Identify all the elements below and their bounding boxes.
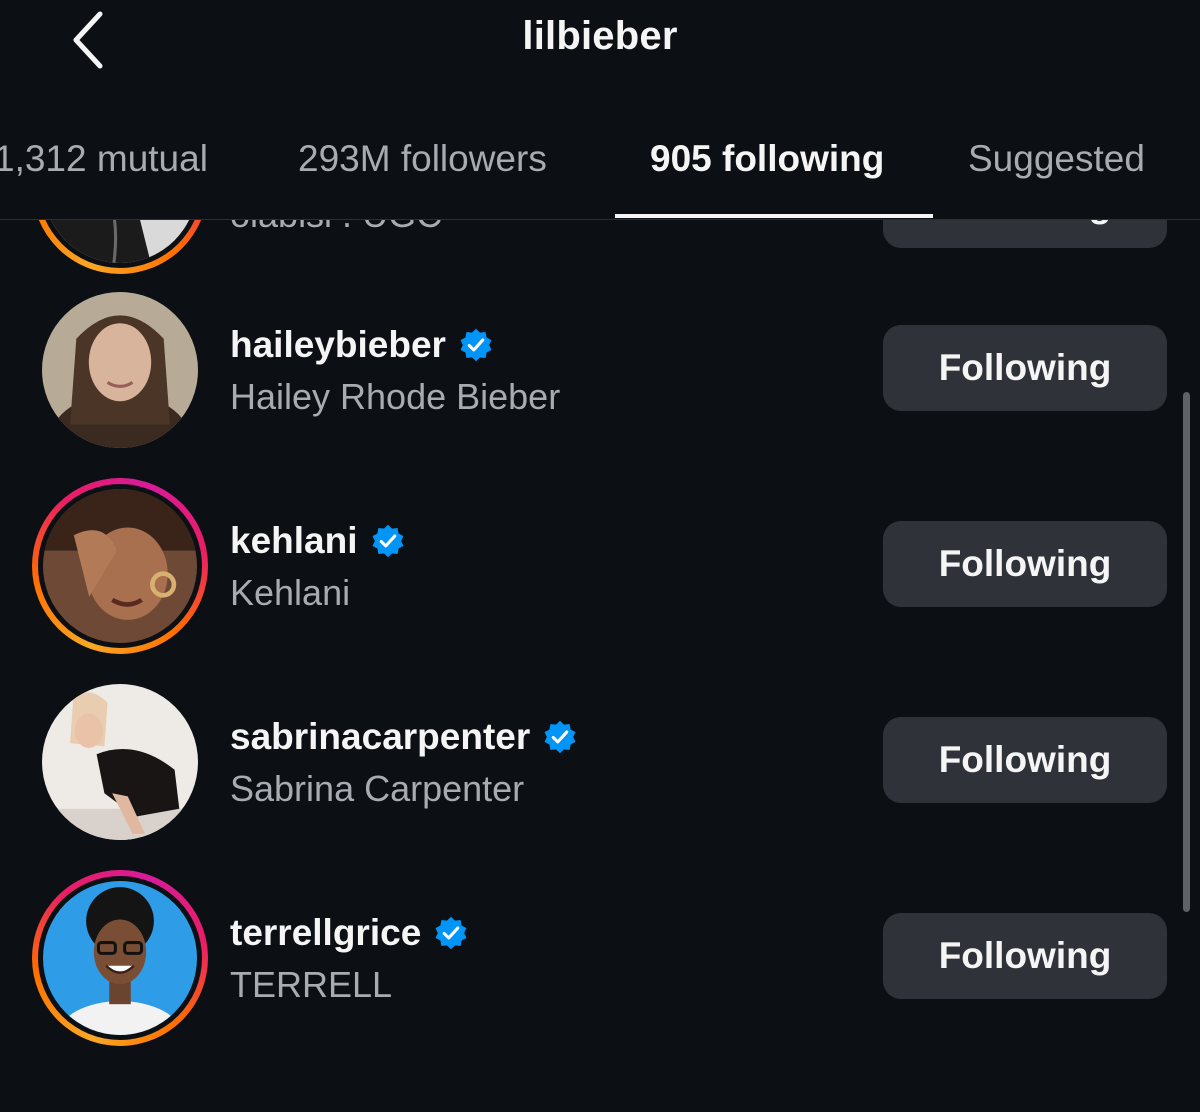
verified-badge-icon	[372, 524, 403, 558]
story-ring[interactable]	[32, 220, 208, 274]
user-info: kehlani Kehlani	[230, 518, 406, 614]
avatar	[42, 684, 198, 840]
list-item[interactable]: olabisi olabisi . UGC Following	[0, 220, 1200, 284]
tab-suggested[interactable]: Suggested	[968, 138, 1145, 180]
following-button[interactable]: Following	[883, 913, 1167, 999]
full-name: Hailey Rhode Bieber	[230, 376, 561, 417]
username[interactable]: kehlani	[230, 520, 358, 562]
story-ring[interactable]	[32, 870, 208, 1046]
following-screen: lilbieber 1,312 mutual 293M followers 90…	[0, 0, 1200, 1112]
avatar-frame[interactable]	[32, 674, 208, 850]
full-name: Kehlani	[230, 572, 351, 613]
list-item[interactable]: kehlani Kehlani Following	[0, 478, 1200, 676]
header: lilbieber	[0, 0, 1200, 90]
tab-mutual[interactable]: 1,312 mutual	[0, 138, 208, 180]
verified-badge-icon	[544, 720, 576, 754]
verified-badge-icon	[460, 328, 492, 362]
tab-followers[interactable]: 293M followers	[298, 138, 547, 180]
username[interactable]: haileybieber	[230, 324, 446, 366]
user-info: sabrinacarpenter Sabrina Carpenter	[230, 714, 578, 810]
story-ring[interactable]	[32, 478, 208, 654]
page-title: lilbieber	[522, 14, 678, 58]
full-name: Sabrina Carpenter	[230, 768, 525, 809]
following-button[interactable]: Following	[883, 521, 1167, 607]
following-button[interactable]: Following	[883, 220, 1167, 248]
scrollbar[interactable]	[1183, 392, 1190, 912]
user-info: olabisi olabisi . UGC	[230, 220, 442, 236]
avatar	[43, 220, 197, 263]
list-item[interactable]: terrellgrice TERRELL Following	[0, 870, 1200, 1068]
list-item[interactable]: haileybieber Hailey Rhode Bieber Followi…	[0, 284, 1200, 480]
user-info: terrellgrice TERRELL	[230, 910, 469, 1006]
avatar	[43, 881, 197, 1035]
user-info: haileybieber Hailey Rhode Bieber	[230, 322, 560, 418]
tab-following[interactable]: 905 following	[650, 138, 884, 180]
following-button[interactable]: Following	[883, 717, 1167, 803]
full-name: TERRELL	[230, 964, 393, 1005]
verified-badge-icon	[435, 916, 467, 950]
tab-bar: 1,312 mutual 293M followers 905 followin…	[0, 120, 1200, 220]
following-list[interactable]: olabisi olabisi . UGC Following	[0, 220, 1200, 1112]
avatar	[42, 292, 198, 448]
avatar-frame[interactable]	[32, 282, 208, 458]
username[interactable]: sabrinacarpenter	[230, 716, 530, 758]
full-name: olabisi . UGC	[230, 220, 442, 236]
list-item[interactable]: sabrinacarpenter Sabrina Carpenter Follo…	[0, 676, 1200, 872]
username[interactable]: terrellgrice	[230, 912, 421, 954]
following-button[interactable]: Following	[883, 325, 1167, 411]
active-tab-indicator	[615, 214, 933, 218]
avatar	[43, 489, 197, 643]
